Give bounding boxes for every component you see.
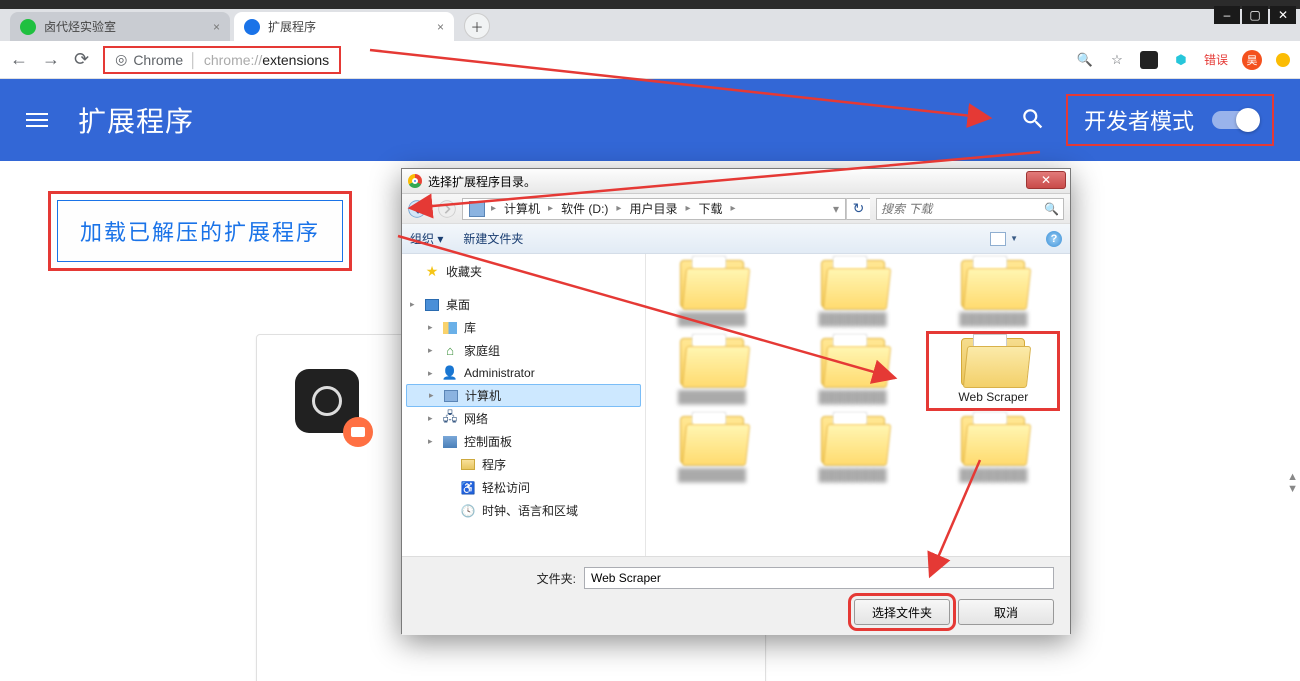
folder-item[interactable]: ████████ — [793, 260, 913, 326]
extensions-header: 扩展程序 开发者模式 — [0, 79, 1300, 161]
tree-programs[interactable]: 程序 — [406, 453, 641, 476]
dialog-address-row: ▸ 计算机▸ 软件 (D:)▸ 用户目录▸ 下载▸ ▾ ↻ 🔍 — [402, 194, 1070, 224]
url-path-strong: extensions — [262, 52, 329, 68]
tree-network[interactable]: ▸🖧网络 — [406, 407, 641, 430]
tree-homegroup[interactable]: ▸⌂家庭组 — [406, 339, 641, 362]
tree-clock-lang-region[interactable]: 🕓时钟、语言和区域 — [406, 499, 641, 522]
dialog-file-pane[interactable]: ████████ ████████ ████████ ████████ ████… — [646, 254, 1070, 556]
dialog-sidebar: ★收藏夹 ▸桌面 ▸库 ▸⌂家庭组 ▸👤Administrator ▸计算机 ▸… — [402, 254, 646, 556]
folder-name-label: 文件夹: — [537, 570, 576, 587]
bookmark-star-icon[interactable]: ☆ — [1108, 51, 1126, 69]
new-folder-button[interactable]: 新建文件夹 — [463, 230, 523, 247]
tree-control-panel[interactable]: ▸控制面板 — [406, 430, 641, 453]
search-icon[interactable]: 🔍 — [1044, 202, 1059, 216]
dialog-search-input[interactable] — [881, 202, 1044, 216]
new-tab-button[interactable]: ＋ — [464, 13, 490, 39]
load-unpacked-highlight: 加载已解压的扩展程序 — [48, 191, 352, 271]
folder-web-scraper[interactable]: Web Scraper — [933, 338, 1053, 404]
tab-2-active[interactable]: 扩展程序 × — [234, 12, 454, 41]
browser-toolbar: ← → ⟳ ◎ Chrome │ chrome://extensions 🔍 ☆… — [0, 41, 1300, 79]
forward-icon[interactable]: → — [42, 49, 60, 70]
folder-name-input[interactable] — [584, 567, 1054, 589]
folder-picker-dialog: 选择扩展程序目录。 ✕ ▸ 计算机▸ 软件 (D:)▸ 用户目录▸ 下载▸ ▾ … — [401, 168, 1071, 634]
folder-item[interactable]: ████████ — [793, 416, 913, 482]
reload-icon[interactable]: ⟳ — [74, 49, 89, 70]
help-icon[interactable]: ? — [1046, 231, 1062, 247]
folder-item[interactable]: ████████ — [793, 338, 913, 404]
tree-library[interactable]: ▸库 — [406, 316, 641, 339]
os-titlebar — [0, 0, 1300, 9]
organize-button[interactable]: 组织 ▾ — [410, 230, 443, 247]
dialog-search-box[interactable]: 🔍 — [876, 198, 1064, 220]
error-indicator[interactable]: 错误 — [1204, 51, 1228, 68]
select-folder-button[interactable]: 选择文件夹 — [854, 599, 950, 625]
window-maximize[interactable]: ▢ — [1242, 6, 1268, 24]
update-dot-icon[interactable] — [1276, 53, 1290, 67]
developer-mode-panel: 开发者模式 — [1066, 94, 1274, 146]
tree-favorites[interactable]: ★收藏夹 — [406, 260, 641, 283]
window-close[interactable]: ✕ — [1270, 6, 1296, 24]
breadcrumb-item[interactable]: 用户目录 — [623, 200, 683, 217]
view-selector[interactable]: ▼ — [990, 232, 1018, 246]
window-controls: – ▢ ✕ — [1214, 6, 1296, 24]
tab-title: 扩展程序 — [268, 18, 316, 35]
breadcrumb-item[interactable]: 下载 — [692, 200, 728, 217]
search-icon[interactable] — [1020, 106, 1046, 135]
dialog-close-button[interactable]: ✕ — [1026, 171, 1066, 189]
developer-mode-label: 开发者模式 — [1084, 104, 1194, 136]
breadcrumb-item[interactable]: 计算机 — [498, 200, 546, 217]
tree-administrator[interactable]: ▸👤Administrator — [406, 362, 641, 384]
cancel-button[interactable]: 取消 — [958, 599, 1054, 625]
folder-item[interactable]: ████████ — [652, 260, 772, 326]
load-unpacked-button[interactable]: 加载已解压的扩展程序 — [57, 200, 343, 262]
favicon — [20, 19, 36, 35]
chrome-logo-icon: ◎ — [115, 51, 127, 68]
tree-ease-of-access[interactable]: ♿轻松访问 — [406, 476, 641, 499]
close-tab-icon[interactable]: × — [437, 20, 444, 34]
close-tab-icon[interactable]: × — [213, 20, 220, 34]
extension-icon-2[interactable]: ⬢ — [1172, 51, 1190, 69]
profile-avatar[interactable]: 昊 — [1242, 50, 1262, 70]
tab-strip: 卤代烃实验室 × 扩展程序 × ＋ — [0, 9, 1300, 41]
folder-item[interactable]: ████████ — [652, 338, 772, 404]
extension-badge-icon — [343, 417, 373, 447]
dialog-footer: 文件夹: 选择文件夹 取消 — [402, 556, 1070, 635]
menu-icon[interactable] — [26, 113, 48, 127]
page-title: 扩展程序 — [78, 100, 194, 140]
folder-item[interactable]: ████████ — [933, 416, 1053, 482]
nav-back-icon[interactable] — [402, 196, 432, 222]
extension-icon-1[interactable] — [1140, 51, 1158, 69]
refresh-icon[interactable]: ↻ — [846, 198, 870, 220]
tree-desktop[interactable]: ▸桌面 — [406, 293, 641, 316]
dialog-title: 选择扩展程序目录。 — [428, 173, 536, 190]
url-path-dim: chrome:// — [204, 52, 262, 68]
nav-forward-icon[interactable] — [432, 196, 462, 222]
scroll-indicator-icon[interactable]: ▲▼ — [1287, 471, 1298, 495]
tab-title: 卤代烃实验室 — [44, 18, 116, 35]
breadcrumb-dropdown-icon[interactable]: ▾ — [827, 202, 845, 216]
breadcrumb-item[interactable]: 软件 (D:) — [555, 200, 614, 217]
dialog-titlebar[interactable]: 选择扩展程序目录。 ✕ — [402, 169, 1070, 194]
folder-item[interactable]: ████████ — [933, 260, 1053, 326]
url-host: Chrome — [133, 52, 183, 68]
window-minimize[interactable]: – — [1214, 6, 1240, 24]
tree-computer-selected[interactable]: ▸计算机 — [406, 384, 641, 407]
address-bar[interactable]: ◎ Chrome │ chrome://extensions — [103, 46, 341, 74]
zoom-icon[interactable]: 🔍 — [1076, 51, 1094, 69]
tab-1[interactable]: 卤代烃实验室 × — [10, 12, 230, 41]
computer-icon — [469, 201, 485, 217]
chrome-icon — [408, 174, 422, 188]
breadcrumb-bar[interactable]: ▸ 计算机▸ 软件 (D:)▸ 用户目录▸ 下载▸ ▾ — [462, 198, 846, 220]
puzzle-icon — [244, 19, 260, 35]
developer-mode-toggle[interactable] — [1212, 111, 1258, 129]
back-icon[interactable]: ← — [10, 49, 28, 70]
folder-item[interactable]: ████████ — [652, 416, 772, 482]
dialog-toolbar: 组织 ▾ 新建文件夹 ▼ ? — [402, 224, 1070, 254]
